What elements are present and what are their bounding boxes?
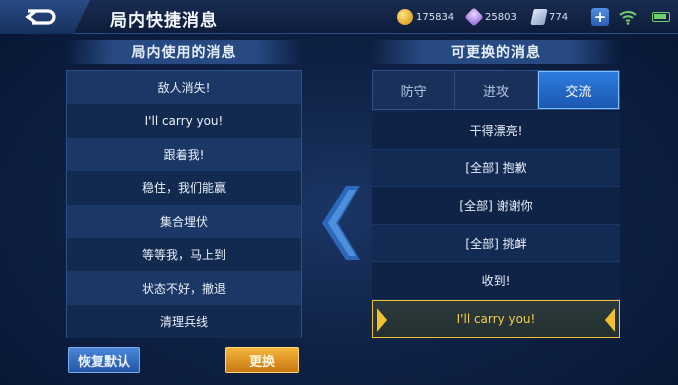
list-item[interactable]: 干得漂亮! bbox=[372, 112, 620, 150]
replaceable-message-list: 干得漂亮! [全部] 抱歉 [全部] 谢谢你 [全部] 挑衅 收到! I'll … bbox=[372, 112, 620, 342]
list-item[interactable]: I'll carry you! bbox=[67, 104, 301, 138]
restore-default-button[interactable]: 恢复默认 bbox=[68, 347, 140, 373]
voucher-value: 774 bbox=[549, 11, 569, 23]
back-arrow-icon bbox=[25, 9, 56, 25]
gold-currency: 175834 bbox=[397, 9, 454, 25]
page-title: 局内快捷消息 bbox=[110, 11, 218, 31]
in-game-message-list: 敌人消失! I'll carry you! 跟着我! 稳住，我们能赢 集合埋伏 … bbox=[66, 70, 302, 339]
selected-item-label: I'll carry you! bbox=[456, 311, 536, 326]
diamond-currency: 25803 bbox=[464, 7, 517, 27]
list-item[interactable]: 集合埋伏 bbox=[67, 204, 301, 238]
list-item[interactable]: [全部] 挑衅 bbox=[372, 224, 620, 263]
top-bar: 局内快捷消息 175834 25803 774 + bbox=[0, 0, 678, 34]
voucher-currency: 774 bbox=[530, 9, 569, 25]
wifi-icon bbox=[619, 11, 637, 25]
in-game-messages-title: 局内使用的消息 bbox=[66, 40, 302, 64]
swap-left-arrow-icon bbox=[322, 186, 360, 260]
tab-attack[interactable]: 进攻 bbox=[455, 71, 538, 109]
list-item[interactable]: [全部] 谢谢你 bbox=[372, 187, 620, 225]
battery-icon bbox=[652, 12, 670, 22]
diamond-value: 25803 bbox=[485, 11, 517, 23]
list-item[interactable]: 稳住，我们能赢 bbox=[67, 171, 301, 205]
add-currency-button[interactable]: + bbox=[591, 8, 609, 26]
tab-defense[interactable]: 防守 bbox=[373, 71, 456, 109]
message-category-tabs: 防守 进攻 交流 bbox=[372, 70, 620, 110]
diamond-icon bbox=[464, 7, 484, 27]
list-item[interactable]: 敌人消失! bbox=[67, 71, 301, 105]
gold-coin-icon bbox=[397, 9, 413, 25]
selected-list-item[interactable]: I'll carry you! bbox=[372, 299, 620, 338]
chevron-left-icon bbox=[605, 307, 615, 332]
tab-communication[interactable]: 交流 bbox=[537, 71, 619, 109]
replace-button[interactable]: 更换 bbox=[225, 347, 299, 373]
list-item[interactable]: 跟着我! bbox=[67, 137, 301, 172]
list-item[interactable]: [全部] 抱歉 bbox=[372, 149, 620, 188]
voucher-icon bbox=[530, 9, 548, 25]
list-item[interactable]: 等等我，马上到 bbox=[67, 237, 301, 272]
game-screen: 局内快捷消息 175834 25803 774 + 局内使用的消息 敌人消失! … bbox=[0, 0, 678, 385]
replaceable-messages-title: 可更换的消息 bbox=[372, 40, 620, 64]
list-item[interactable]: 收到! bbox=[372, 262, 620, 300]
list-item[interactable]: 清理兵线 bbox=[67, 304, 301, 339]
back-button[interactable] bbox=[0, 0, 90, 34]
gold-value: 175834 bbox=[416, 11, 455, 23]
chevron-right-icon bbox=[377, 307, 387, 332]
list-item[interactable]: 状态不好，撤退 bbox=[67, 271, 301, 305]
